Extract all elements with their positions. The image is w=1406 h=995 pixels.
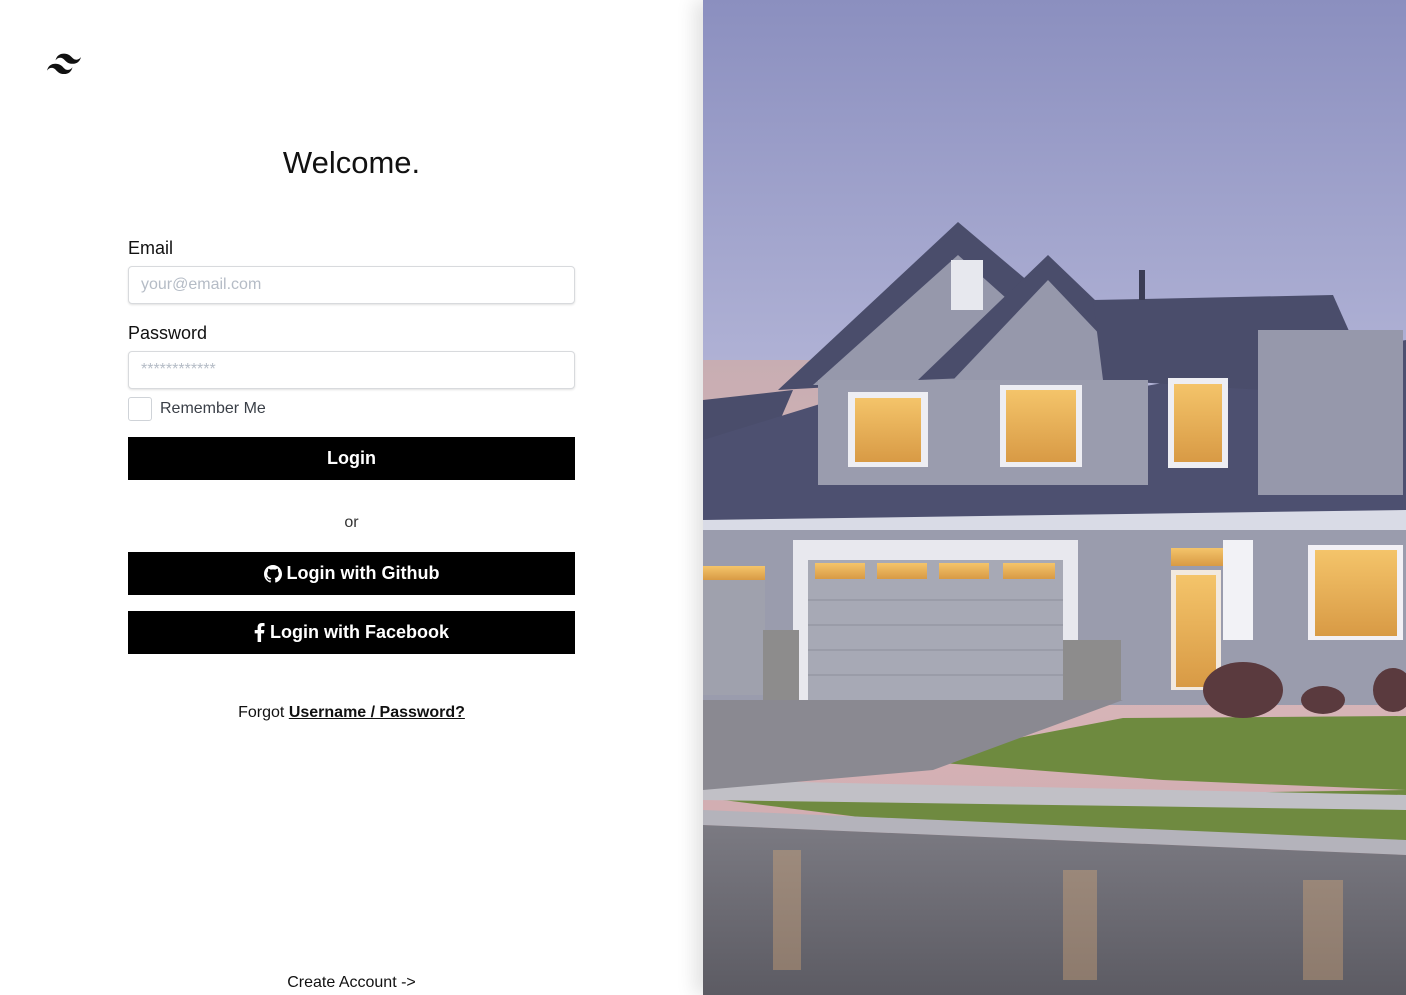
house-photo xyxy=(703,0,1406,995)
remember-me-row: Remember Me xyxy=(128,396,266,421)
login-facebook-button[interactable]: Login with Facebook xyxy=(128,611,575,654)
login-button-label: Login xyxy=(327,448,376,468)
remember-me-label[interactable]: Remember Me xyxy=(160,400,266,418)
remember-me-checkbox[interactable] xyxy=(128,396,152,421)
password-label: Password xyxy=(128,323,208,343)
facebook-icon xyxy=(254,623,265,642)
password-input[interactable] xyxy=(128,351,575,389)
tailwind-logo-icon[interactable] xyxy=(47,52,81,76)
forgot-link[interactable]: Username / Password? xyxy=(289,704,465,721)
page-title: Welcome. xyxy=(282,145,421,180)
email-label: Email xyxy=(128,238,174,258)
email-input[interactable] xyxy=(128,266,575,304)
create-account-link[interactable]: Create Account -> xyxy=(0,974,703,992)
login-panel: Welcome. Email Password Remember Me Logi… xyxy=(0,0,703,995)
forgot-credentials: Forgot Username / Password? xyxy=(0,704,703,722)
github-icon xyxy=(263,564,282,583)
login-github-label: Login with Github xyxy=(286,563,440,583)
login-facebook-label: Login with Facebook xyxy=(270,622,449,642)
house-illustration xyxy=(703,0,1406,995)
forgot-prefix: Forgot xyxy=(238,704,285,721)
or-divider: or xyxy=(344,514,359,531)
login-button[interactable]: Login xyxy=(128,437,575,480)
login-github-button[interactable]: Login with Github xyxy=(128,552,575,595)
